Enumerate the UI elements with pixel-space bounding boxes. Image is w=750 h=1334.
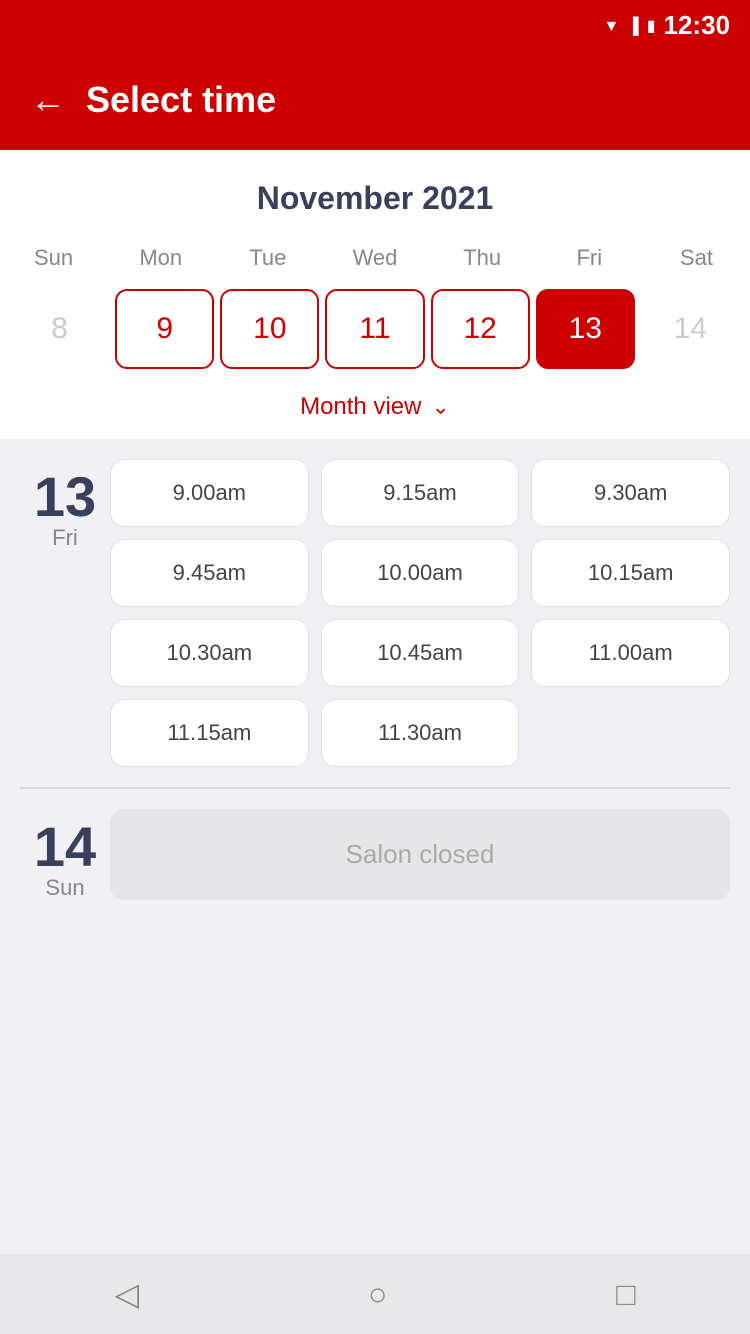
date-row: 891011121314 [0, 279, 750, 379]
page-title: Select time [86, 79, 276, 121]
day-name: Sun [45, 875, 84, 901]
slots-grid: 9.00am9.15am9.30am9.45am10.00am10.15am10… [110, 459, 730, 767]
date-cell-10[interactable]: 10 [220, 289, 319, 369]
day-header-sat: Sat [643, 237, 750, 279]
time-slot-1115am[interactable]: 11.15am [110, 699, 309, 767]
month-label: November 2021 [0, 170, 750, 237]
day-block-13: 13Fri9.00am9.15am9.30am9.45am10.00am10.1… [20, 459, 730, 767]
date-cell-13[interactable]: 13 [536, 289, 635, 369]
day-divider-1 [20, 787, 730, 789]
time-slot-1000am[interactable]: 10.00am [321, 539, 520, 607]
time-slot-915am[interactable]: 9.15am [321, 459, 520, 527]
date-cell-14[interactable]: 14 [641, 289, 740, 369]
back-button[interactable]: ← [30, 79, 66, 121]
day-block-14: 14SunSalon closed [20, 809, 730, 901]
date-cell-8[interactable]: 8 [10, 289, 109, 369]
signal-icon [627, 15, 638, 36]
date-cell-11[interactable]: 11 [325, 289, 424, 369]
day-name: Fri [52, 525, 78, 551]
calendar-section: November 2021 SunMonTueWedThuFriSat 8910… [0, 150, 750, 439]
time-slot-1100am[interactable]: 11.00am [531, 619, 730, 687]
wifi-icon [604, 15, 620, 36]
time-slot-1015am[interactable]: 10.15am [531, 539, 730, 607]
status-time: 12:30 [664, 10, 731, 41]
day-number: 14 [34, 819, 96, 875]
day-header-fri: Fri [536, 237, 643, 279]
time-slot-1045am[interactable]: 10.45am [321, 619, 520, 687]
nav-recent-icon[interactable]: □ [616, 1276, 635, 1313]
time-slot-900am[interactable]: 9.00am [110, 459, 309, 527]
day-label-13: 13Fri [20, 459, 110, 551]
date-cell-9[interactable]: 9 [115, 289, 214, 369]
date-cell-12[interactable]: 12 [431, 289, 530, 369]
time-slot-1030am[interactable]: 10.30am [110, 619, 309, 687]
top-bar: ← Select time [0, 50, 750, 150]
day-header-tue: Tue [214, 237, 321, 279]
day-header-wed: Wed [321, 237, 428, 279]
status-icons: 12:30 [604, 10, 731, 41]
nav-home-icon[interactable]: ○ [368, 1276, 387, 1313]
slots-section: 13Fri9.00am9.15am9.30am9.45am10.00am10.1… [0, 439, 750, 941]
nav-back-icon[interactable]: ◁ [114, 1275, 139, 1313]
month-view-label: Month view [300, 393, 421, 421]
time-slot-1130am[interactable]: 11.30am [321, 699, 520, 767]
month-view-toggle[interactable]: Month view ⌄ [0, 379, 750, 439]
day-header-thu: Thu [429, 237, 536, 279]
time-slot-945am[interactable]: 9.45am [110, 539, 309, 607]
day-headers: SunMonTueWedThuFriSat [0, 237, 750, 279]
salon-closed: Salon closed [110, 809, 730, 900]
status-bar: 12:30 [0, 0, 750, 50]
time-slot-930am[interactable]: 9.30am [531, 459, 730, 527]
day-label-14: 14Sun [20, 809, 110, 901]
day-header-sun: Sun [0, 237, 107, 279]
day-number: 13 [34, 469, 96, 525]
chevron-down-icon: ⌄ [431, 394, 449, 420]
battery-icon [647, 15, 656, 36]
bottom-nav: ◁ ○ □ [0, 1254, 750, 1334]
day-header-mon: Mon [107, 237, 214, 279]
